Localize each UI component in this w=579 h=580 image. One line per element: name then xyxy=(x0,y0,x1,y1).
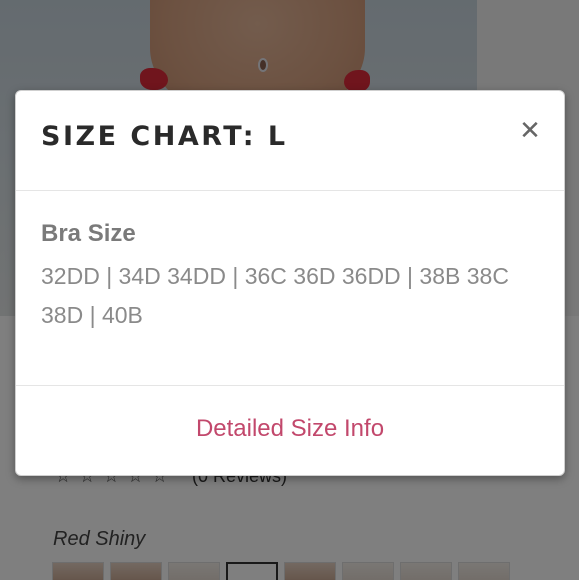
modal-body: Bra Size 32DD | 34D 34DD | 36C 36D 36DD … xyxy=(16,191,564,386)
bra-size-label: Bra Size xyxy=(41,220,136,247)
size-chart-modal: SIZE CHART: L ✕ Bra Size 32DD | 34D 34DD… xyxy=(15,90,565,476)
close-icon[interactable]: ✕ xyxy=(516,117,544,145)
modal-footer: Detailed Size Info xyxy=(16,386,564,475)
modal-title: SIZE CHART: L xyxy=(41,121,288,152)
bra-size-list: 32DD | 34D 34DD | 36C 36D 36DD | 38B 38C… xyxy=(41,263,509,328)
detailed-size-info-link[interactable]: Detailed Size Info xyxy=(196,415,384,443)
modal-header: SIZE CHART: L ✕ xyxy=(16,91,564,191)
